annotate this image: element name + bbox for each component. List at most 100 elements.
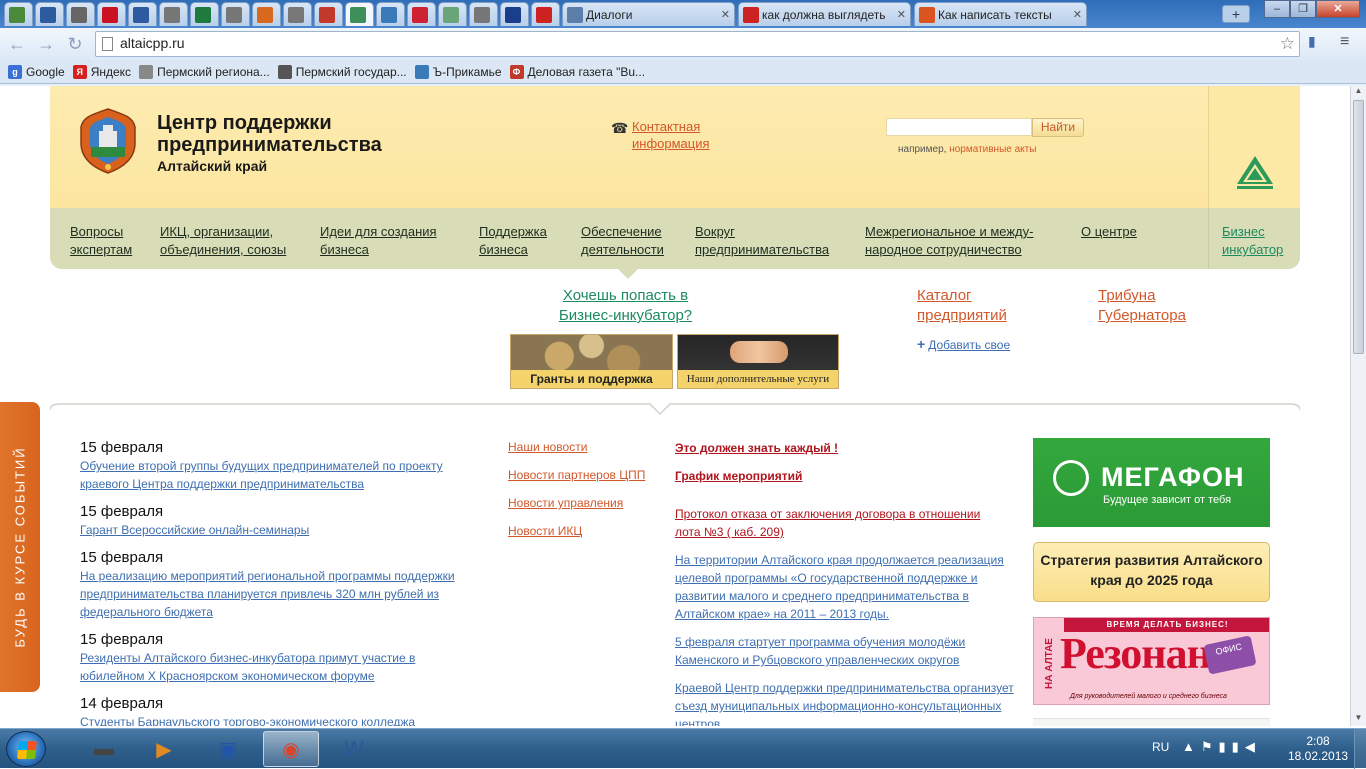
services-banner[interactable]: Наши дополнительные услуги [677, 334, 839, 389]
explorer-app[interactable]: ▬ [76, 731, 132, 767]
protocol-link[interactable]: Протокол отказа от заключения договора в… [675, 505, 995, 541]
reload-icon[interactable]: ↻ [64, 33, 86, 55]
word-app[interactable]: W [326, 731, 382, 767]
must-know-link[interactable]: Это должен знать каждый ! [675, 439, 1020, 457]
nav-item[interactable]: Идеи для создания бизнеса [320, 223, 460, 259]
browser-tab[interactable] [4, 2, 33, 26]
browser-tab[interactable] [190, 2, 219, 26]
tab-close-icon[interactable]: ✕ [721, 8, 730, 21]
vertical-scrollbar[interactable]: ▲ ▼ [1350, 86, 1366, 726]
nav-item[interactable]: ИКЦ, организации, объединения, союзы [160, 223, 310, 259]
browser-tab[interactable]: как должна выглядеть ✕ [738, 2, 911, 26]
nav-item[interactable]: Обеспечение деятельности [581, 223, 681, 259]
media-player-app[interactable]: ▶ [136, 731, 192, 767]
news-category-link[interactable]: Новости управления [508, 496, 623, 510]
forward-icon[interactable]: → [35, 33, 57, 55]
news-link[interactable]: Обучение второй группы будущих предприни… [80, 457, 480, 493]
brand-title-line1: Центр поддержки [157, 112, 332, 134]
altai-coat-of-arms-icon[interactable] [77, 107, 139, 175]
resonance-ad[interactable]: ВРЕМЯ ДЕЛАТЬ БИЗНЕС! НА АЛТАЕ Резонанс О… [1033, 617, 1270, 705]
incubator-promo-link[interactable]: Хочешь попасть в Бизнес-инкубатор? [548, 286, 703, 326]
scroll-down-icon[interactable]: ▼ [1351, 713, 1366, 726]
tray-icons[interactable]: ▲⚑▮▮◀ [1182, 739, 1261, 755]
scrollbar-thumb[interactable] [1353, 100, 1364, 354]
signal-icon[interactable]: ▮ [1308, 33, 1316, 50]
news-category-link[interactable]: Новости партнеров ЦПП [508, 468, 645, 482]
browser-tab[interactable]: Как написать тексты ✕ [914, 2, 1087, 26]
contact-info-link[interactable]: Контактная информация [632, 118, 722, 152]
browser-tab[interactable] [500, 2, 529, 26]
browser-tab[interactable] [66, 2, 95, 26]
tab-favicon-icon [288, 6, 304, 23]
tab-close-icon[interactable]: ✕ [1073, 8, 1082, 21]
nav-item[interactable]: Поддержка бизнеса [479, 223, 569, 259]
browser-tab[interactable] [35, 2, 64, 26]
browser-tab[interactable] [221, 2, 250, 26]
news-category-link[interactable]: Наши новости [508, 440, 587, 454]
close-window-button[interactable]: ✕ [1316, 0, 1360, 18]
middle-news-link[interactable]: Краевой Центр поддержки предпринимательс… [675, 679, 1020, 726]
scroll-up-icon[interactable]: ▲ [1351, 86, 1366, 99]
middle-news-link[interactable]: 5 февраля стартует программа обучения мо… [675, 633, 1020, 669]
browser-tab[interactable] [469, 2, 498, 26]
browser-tab[interactable]: Диалоги ✕ [562, 2, 735, 26]
browser-tab[interactable] [97, 2, 126, 26]
news-category-link[interactable]: Новости ИКЦ [508, 524, 582, 538]
show-desktop-button[interactable] [1354, 729, 1366, 769]
browser-tab[interactable] [407, 2, 436, 26]
language-indicator[interactable]: RU [1152, 740, 1169, 754]
tribune-link[interactable]: Трибуна Губернатора [1098, 286, 1198, 326]
nav-item[interactable]: Вокруг предпринимательства [695, 223, 845, 259]
browser-tab[interactable] [128, 2, 157, 26]
tab-favicon-icon [226, 6, 242, 23]
bookmark-item[interactable]: Ъ-Прикамье [414, 64, 502, 79]
back-icon[interactable]: ← [6, 33, 28, 55]
nav-business-incubator[interactable]: Бизнес инкубатор [1208, 208, 1300, 269]
nav-item[interactable]: О центре [1081, 223, 1151, 241]
browser-tab[interactable] [252, 2, 281, 26]
nav-item[interactable]: Вопросы экспертам [70, 223, 150, 259]
address-bar[interactable]: altaicpp.ru ☆ [95, 31, 1300, 57]
events-side-tab[interactable]: БУДЬ В КУРСЕ СОБЫТИЙ [0, 402, 40, 692]
minimize-button[interactable]: – [1264, 0, 1290, 18]
megafon-ad[interactable]: МЕГАФОН Будущее зависит от тебя [1033, 438, 1270, 527]
wrench-menu-icon[interactable]: ≡ [1340, 33, 1349, 51]
search-hint-link[interactable]: нормативные акты [949, 144, 1036, 155]
start-button[interactable] [6, 731, 46, 767]
browser-tab[interactable] [376, 2, 405, 26]
browser-tab[interactable] [531, 2, 560, 26]
clock[interactable]: 2:08 18.02.2013 [1288, 734, 1348, 764]
news-link[interactable]: Резиденты Алтайского бизнес-инкубатора п… [80, 649, 480, 685]
chrome-app[interactable]: ◉ [263, 731, 319, 767]
search-input[interactable] [886, 118, 1032, 136]
news-link[interactable]: Студенты Барнаульского торгово-экономиче… [80, 713, 480, 726]
browser-tab[interactable] [314, 2, 343, 26]
add-own-link[interactable]: + Добавить свое [917, 336, 1010, 352]
strategy-ad[interactable]: Стратегия развития Алтайского края до 20… [1033, 542, 1270, 602]
bookmark-item[interactable]: Ф Деловая газета "Bu... [509, 64, 645, 79]
middle-news-link[interactable]: На территории Алтайского края продолжает… [675, 551, 1020, 623]
incubator-logo-icon[interactable] [1233, 154, 1277, 194]
browser-tab[interactable] [345, 2, 374, 26]
catalog-link[interactable]: Каталог предприятий [917, 286, 1017, 326]
bookmark-item[interactable]: g Google [8, 64, 65, 79]
save-app[interactable]: ▣ [200, 731, 256, 767]
new-tab-button[interactable]: + [1222, 5, 1250, 23]
tab-close-icon[interactable]: ✕ [897, 8, 906, 21]
maximize-button[interactable]: ❐ [1290, 0, 1316, 18]
schedule-link[interactable]: График мероприятий [675, 467, 1020, 485]
bookmark-item[interactable]: Я Яндекс [72, 64, 131, 79]
news-link[interactable]: Гарант Всероссийские онлайн-семинары [80, 521, 480, 539]
brand-title[interactable]: Центр поддержки предпринимательства [157, 112, 382, 156]
browser-tab[interactable] [159, 2, 188, 26]
browser-tab[interactable] [438, 2, 467, 26]
nav-item[interactable]: Межрегиональное и между-народное сотрудн… [865, 223, 1065, 259]
grants-banner[interactable]: Гранты и поддержка [510, 334, 673, 389]
search-button[interactable]: Найти [1032, 118, 1084, 137]
browser-tab[interactable] [283, 2, 312, 26]
news-link[interactable]: На реализацию мероприятий региональной п… [80, 567, 480, 621]
bookmark-star-icon[interactable]: ☆ [1280, 34, 1295, 54]
bookmark-item[interactable]: Пермский государ... [277, 64, 407, 79]
next-ad[interactable] [1033, 718, 1270, 726]
bookmark-item[interactable]: Пермский региона... [139, 64, 270, 79]
